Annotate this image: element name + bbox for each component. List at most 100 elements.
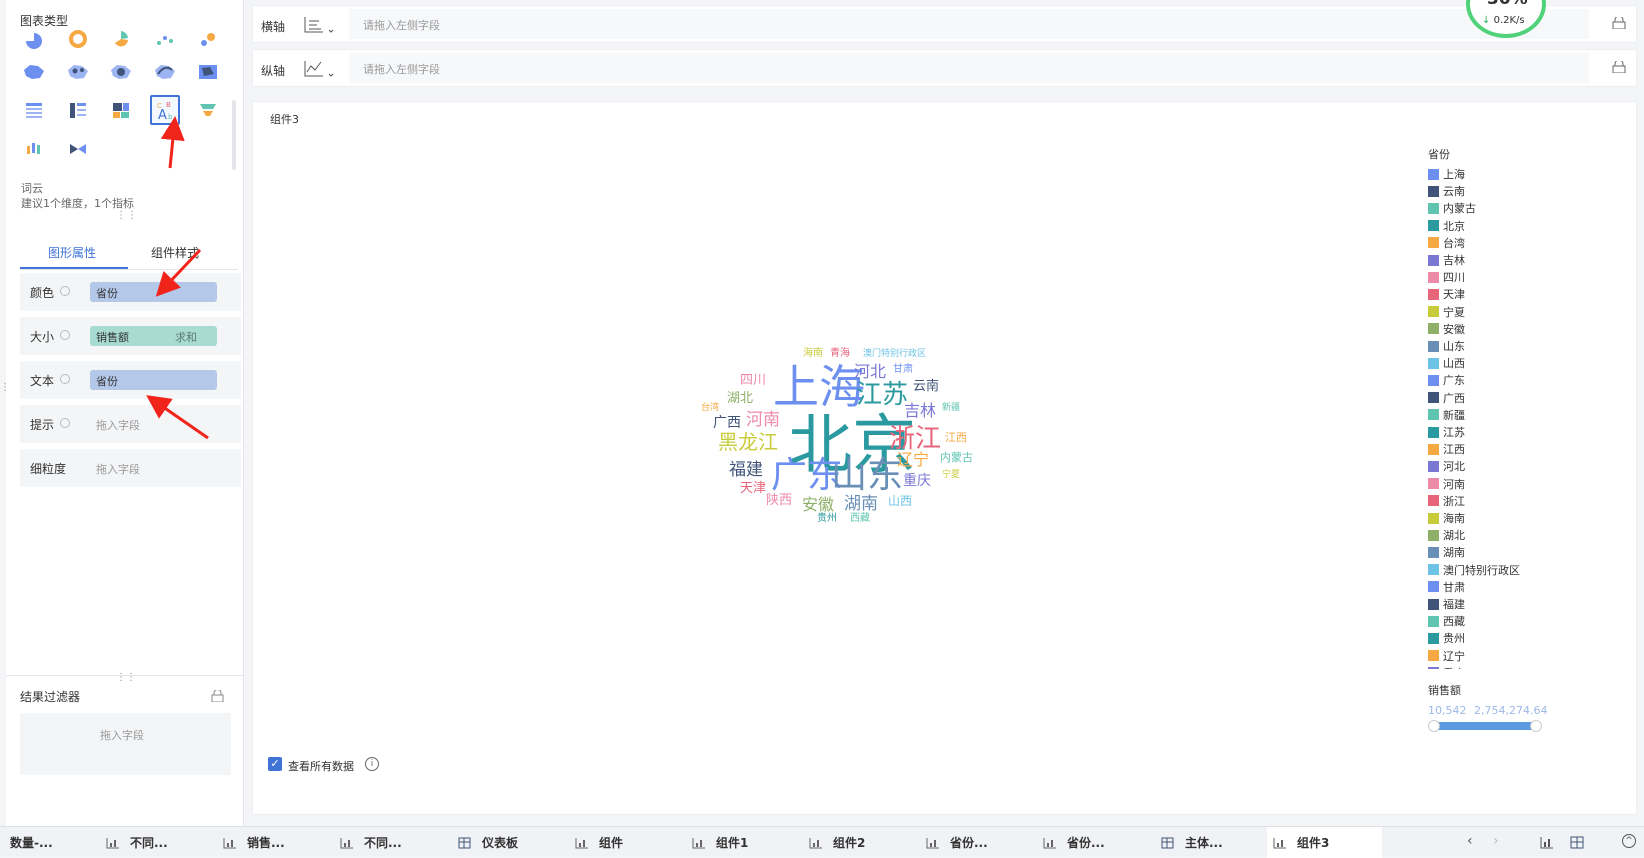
sheet-tab[interactable]: 不同...	[100, 827, 215, 858]
legend-item[interactable]: 澳门特别行政区	[1428, 562, 1520, 578]
legend-item[interactable]: 北京	[1428, 218, 1465, 234]
word-cloud-word[interactable]: 吉林	[904, 403, 936, 419]
tab-graph-properties[interactable]: 图形属性	[48, 244, 96, 261]
word-cloud-word[interactable]: 江苏	[856, 382, 908, 408]
flow-map-icon[interactable]	[150, 57, 180, 87]
word-cloud-word[interactable]: 广西	[713, 416, 741, 430]
detail-table-icon[interactable]	[19, 95, 49, 125]
sheet-tab[interactable]: 组件	[569, 827, 684, 858]
legend-item[interactable]: 云南	[1428, 183, 1465, 199]
word-cloud-word[interactable]: 云南	[913, 380, 939, 393]
legend-item[interactable]: 广西	[1428, 390, 1465, 406]
legend-item[interactable]: 贵州	[1428, 630, 1465, 646]
heat-map-icon[interactable]	[106, 57, 136, 87]
legend-item[interactable]: 台湾	[1428, 235, 1465, 251]
word-cloud-word[interactable]: 江西	[945, 432, 967, 443]
tab-component-style[interactable]: 组件样式	[151, 244, 199, 261]
y-axis-drop-zone[interactable]: 请拖入左侧字段	[349, 53, 1589, 83]
info-icon[interactable]: i	[365, 757, 379, 771]
legend-item[interactable]: 天津	[1428, 286, 1465, 302]
color-field-chip[interactable]: 省份	[90, 282, 217, 302]
legend-item[interactable]: 湖北	[1428, 527, 1465, 543]
word-cloud-word[interactable]: 甘肃	[893, 365, 913, 375]
legend-item[interactable]: 新疆	[1428, 407, 1465, 423]
word-cloud-word[interactable]: 青海	[830, 349, 850, 359]
sheet-tab[interactable]: 不同...	[334, 827, 449, 858]
size-range-slider[interactable]	[1428, 720, 1542, 732]
settings-icon[interactable]	[60, 330, 70, 340]
sheet-tab[interactable]: 数量-...	[8, 827, 98, 858]
legend-item[interactable]: 甘肃	[1428, 579, 1465, 595]
legend-item[interactable]: 四川	[1428, 269, 1465, 285]
word-cloud-word[interactable]: 湖南	[844, 496, 878, 513]
pie-chart-icon[interactable]	[19, 24, 49, 54]
legend-item[interactable]: 河南	[1428, 476, 1465, 492]
filter-drop-zone[interactable]: 拖入字段	[20, 713, 231, 775]
x-axis-sort-icon[interactable]	[301, 14, 335, 36]
word-cloud-word[interactable]: 西藏	[850, 514, 870, 524]
splitter-handle[interactable]: ⋮⋮	[116, 210, 138, 221]
sheet-tab[interactable]: 省份...	[1037, 827, 1152, 858]
granularity-property-row[interactable]: 细粒度 拖入字段	[20, 449, 241, 487]
panel-resize-handle[interactable]: ⋮	[0, 382, 10, 393]
sankey-chart-icon[interactable]	[63, 134, 93, 164]
lock-icon[interactable]	[1612, 61, 1626, 73]
tab-next-icon[interactable]: ›	[1493, 833, 1499, 849]
legend-item[interactable]: 宁夏	[1428, 304, 1465, 320]
treemap-icon[interactable]	[106, 95, 136, 125]
legend-item[interactable]: 福建	[1428, 596, 1465, 612]
word-cloud-word[interactable]: 黑龙江	[718, 432, 778, 452]
word-cloud-word[interactable]: 上海	[773, 364, 865, 410]
box-plot-icon[interactable]	[19, 134, 49, 164]
scatter-chart-icon[interactable]	[150, 24, 180, 54]
word-cloud-word[interactable]: 四川	[740, 374, 766, 387]
word-cloud-word[interactable]: 河北	[854, 364, 886, 380]
sheet-tab[interactable]: 主体...	[1155, 827, 1265, 858]
sheet-tab[interactable]: 省份...	[920, 827, 1035, 858]
legend-item[interactable]: 重庆	[1428, 665, 1465, 669]
legend-item[interactable]: 山西	[1428, 355, 1465, 371]
sheet-tab[interactable]: 组件1	[686, 827, 801, 858]
word-cloud-word[interactable]: 河南	[746, 412, 780, 429]
word-cloud-icon[interactable]: CBAb	[150, 95, 180, 125]
word-cloud-word[interactable]: 山西	[888, 495, 912, 507]
word-cloud-word[interactable]: 澳门特别行政区	[863, 350, 926, 359]
sheet-tab[interactable]: 组件2	[803, 827, 918, 858]
sheet-tab[interactable]: 销售...	[217, 827, 332, 858]
splitter-handle[interactable]: ⋮⋮	[116, 672, 136, 683]
legend-item[interactable]: 河北	[1428, 458, 1465, 474]
legend-item[interactable]: 吉林	[1428, 252, 1465, 268]
word-cloud-word[interactable]: 天津	[740, 482, 766, 495]
legend-item[interactable]: 湖南	[1428, 544, 1465, 560]
word-cloud-word[interactable]: 浙江	[889, 426, 941, 452]
legend-item[interactable]: 辽宁	[1428, 648, 1465, 664]
granularity-drop-zone[interactable]: 拖入字段	[96, 461, 140, 477]
point-map-icon[interactable]	[63, 57, 93, 87]
sheet-tab[interactable]: 仪表板	[452, 827, 567, 858]
funnel-chart-icon[interactable]	[193, 95, 223, 125]
show-all-data-label[interactable]: 查看所有数据	[288, 758, 354, 774]
word-cloud-word[interactable]: 新疆	[942, 404, 960, 413]
lock-icon[interactable]	[1612, 17, 1626, 29]
lock-icon[interactable]	[211, 690, 224, 702]
legend-item[interactable]: 内蒙古	[1428, 200, 1476, 216]
word-cloud-word[interactable]: 贵州	[817, 514, 837, 524]
icon-grid-scrollbar[interactable]	[232, 100, 236, 170]
word-cloud-word[interactable]: 陕西	[766, 494, 792, 507]
legend-item[interactable]: 安徽	[1428, 321, 1465, 337]
sheet-tab[interactable]: 组件3	[1267, 827, 1382, 858]
legend-item[interactable]: 上海	[1428, 166, 1465, 182]
word-cloud-word[interactable]: 福建	[729, 462, 763, 479]
legend-item[interactable]: 西藏	[1428, 613, 1465, 629]
legend-item[interactable]: 山东	[1428, 338, 1465, 354]
legend-item[interactable]: 广东	[1428, 372, 1465, 388]
legend-item[interactable]: 江西	[1428, 441, 1465, 457]
rose-chart-icon[interactable]	[106, 24, 136, 54]
x-axis-drop-zone[interactable]: 请拖入左侧字段	[349, 9, 1589, 39]
word-cloud-word[interactable]: 山东	[831, 458, 903, 494]
tooltip-drop-zone[interactable]: 拖入字段	[96, 417, 140, 433]
word-cloud-word[interactable]: 台湾	[701, 404, 719, 413]
legend-item[interactable]: 江苏	[1428, 424, 1465, 440]
word-cloud-word[interactable]: 宁夏	[942, 471, 960, 480]
tooltip-property-row[interactable]: 提示 拖入字段	[20, 405, 241, 443]
